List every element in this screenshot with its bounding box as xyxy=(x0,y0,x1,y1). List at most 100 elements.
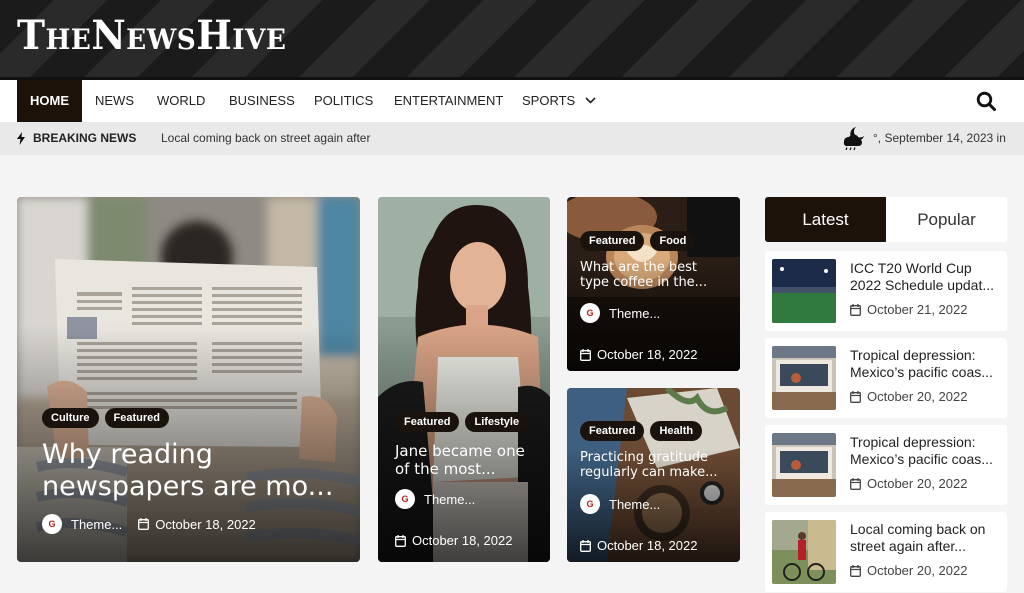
card-tags: Featured Lifestyle xyxy=(395,412,529,432)
calendar-icon xyxy=(395,534,406,547)
calendar-icon xyxy=(850,477,861,490)
card-tags: Featured Food xyxy=(580,231,696,251)
card-title-line1: Why reading xyxy=(42,439,213,470)
author-avatar: G xyxy=(580,303,600,323)
sidebar-post-item[interactable]: Tropical depression: Mexico’s pacific co… xyxy=(765,338,1007,418)
post-date: October 18, 2022 xyxy=(597,347,698,362)
author-name[interactable]: Theme... xyxy=(609,497,660,512)
post-thumbnail xyxy=(772,346,836,410)
sidebar-tabs: Latest Popular xyxy=(765,197,1007,242)
nav-sports[interactable]: SPORTS xyxy=(522,80,596,122)
post-date: October 18, 2022 xyxy=(412,533,513,548)
post-title-line2: street again after... xyxy=(850,538,966,554)
nav-world[interactable]: WORLD xyxy=(157,80,205,122)
post-date: October 18, 2022 xyxy=(155,516,256,532)
tag-featured[interactable]: Featured xyxy=(395,412,460,432)
site-header: TheNewsHive xyxy=(0,0,1024,80)
post-title[interactable]: ICC T20 World Cup 2022 Schedule updat... xyxy=(850,260,1002,294)
card-title[interactable]: Why reading newspapers are mo... xyxy=(42,439,333,503)
tag-featured[interactable]: Featured xyxy=(580,231,645,251)
author-name[interactable]: Theme... xyxy=(71,517,122,532)
calendar-icon xyxy=(580,348,591,361)
card-title-line2: of the most... xyxy=(395,459,496,478)
featured-card-gratitude[interactable]: Featured Health Practicing gratitude reg… xyxy=(567,388,740,562)
breaking-news-bar: BREAKING NEWS Local coming back on stree… xyxy=(0,122,1024,155)
card-title-line2: type coffee in the... xyxy=(580,275,708,291)
post-thumbnail xyxy=(772,433,836,497)
post-title-line1: ICC T20 World Cup xyxy=(850,260,972,276)
author-avatar: G xyxy=(395,489,415,509)
sidebar-post-item[interactable]: Tropical depression: Mexico’s pacific co… xyxy=(765,425,1007,505)
post-thumbnail xyxy=(772,520,836,584)
calendar-icon xyxy=(850,564,861,577)
card-title-line1: Jane became one xyxy=(395,442,525,460)
post-title-line1: Tropical depression: xyxy=(850,434,976,450)
search-icon[interactable] xyxy=(976,91,996,111)
calendar-icon xyxy=(138,518,150,530)
author-avatar: G xyxy=(580,494,600,514)
current-date: °, September 14, 2023 in xyxy=(873,131,1006,145)
featured-card-newspapers[interactable]: Culture Featured Why reading newspapers … xyxy=(17,197,360,562)
chevron-down-icon xyxy=(585,96,596,104)
lightning-icon xyxy=(17,132,25,145)
post-date: October 20, 2022 xyxy=(867,476,968,491)
card-gradient-overlay xyxy=(17,197,360,562)
tag-culture[interactable]: Culture xyxy=(42,408,99,428)
author-name[interactable]: Theme... xyxy=(424,492,475,507)
card-title[interactable]: What are the best type coffee in the... xyxy=(580,260,707,291)
post-thumbnail xyxy=(772,259,836,323)
card-meta: G Theme... October 18, 2022 xyxy=(580,494,697,553)
post-title-line2: Mexico’s pacific coas... xyxy=(850,364,993,380)
post-title[interactable]: Tropical depression: Mexico’s pacific co… xyxy=(850,434,1002,468)
author-name[interactable]: Theme... xyxy=(609,306,660,321)
tag-featured[interactable]: Featured xyxy=(104,408,169,428)
tag-lifestyle[interactable]: Lifestyle xyxy=(465,412,529,432)
featured-card-coffee[interactable]: Featured Food What are the best type cof… xyxy=(567,197,740,371)
author-avatar: G xyxy=(42,514,62,534)
card-title-line1: What are the best xyxy=(580,260,698,275)
post-title[interactable]: Tropical depression: Mexico’s pacific co… xyxy=(850,347,1002,381)
post-date-row: October 20, 2022 xyxy=(850,563,967,578)
card-title[interactable]: Jane became one of the most... xyxy=(395,442,525,478)
site-logo[interactable]: TheNewsHive xyxy=(17,12,286,60)
tab-latest[interactable]: Latest xyxy=(765,197,886,242)
post-date: October 20, 2022 xyxy=(867,389,968,404)
card-meta: G Theme... October 18, 2022 xyxy=(42,514,256,534)
card-title-line2: regularly can make... xyxy=(580,465,718,481)
post-title[interactable]: Local coming back on street again after.… xyxy=(850,521,1002,555)
calendar-icon xyxy=(580,539,591,552)
card-meta: G Theme... October 18, 2022 xyxy=(395,489,512,548)
nav-politics[interactable]: POLITICS xyxy=(314,80,373,122)
featured-card-jane[interactable]: Featured Lifestyle Jane became one of th… xyxy=(378,197,550,562)
post-title-line1: Local coming back on xyxy=(850,521,986,537)
nav-sports-label: SPORTS xyxy=(522,93,576,108)
post-date: October 21, 2022 xyxy=(867,302,968,317)
weather-night-rain-icon xyxy=(843,127,864,151)
sidebar-post-item[interactable]: ICC T20 World Cup 2022 Schedule updat...… xyxy=(765,251,1007,331)
post-title-line1: Tropical depression: xyxy=(850,347,976,363)
calendar-icon xyxy=(850,390,861,403)
breaking-news-headline[interactable]: Local coming back on street again after xyxy=(161,122,371,155)
nav-home[interactable]: HOME xyxy=(17,80,82,122)
breaking-news-label: BREAKING NEWS xyxy=(33,131,137,145)
tag-health[interactable]: Health xyxy=(650,421,703,441)
card-tags: Featured Health xyxy=(580,421,703,441)
card-meta: G Theme... October 18, 2022 xyxy=(580,303,697,362)
nav-business[interactable]: BUSINESS xyxy=(229,80,295,122)
post-date-row: October 21, 2022 xyxy=(850,302,967,317)
nav-news[interactable]: NEWS xyxy=(95,80,134,122)
calendar-icon xyxy=(850,303,861,316)
post-date: October 18, 2022 xyxy=(597,538,698,553)
nav-entertainment[interactable]: ENTERTAINMENT xyxy=(394,80,503,122)
tag-featured[interactable]: Featured xyxy=(580,421,645,441)
post-title-line2: 2022 Schedule updat... xyxy=(850,277,995,293)
card-title[interactable]: Practicing gratitude regularly can make.… xyxy=(580,450,717,481)
sidebar-post-item[interactable]: Local coming back on street again after.… xyxy=(765,512,1007,592)
tab-popular[interactable]: Popular xyxy=(886,197,1007,242)
card-title-line1: Practicing gratitude xyxy=(580,450,709,465)
post-date: October 20, 2022 xyxy=(867,563,968,578)
tag-food[interactable]: Food xyxy=(650,231,696,251)
post-date-row: October 20, 2022 xyxy=(850,389,967,404)
card-tags: Culture Featured xyxy=(42,408,169,428)
post-date-row: October 20, 2022 xyxy=(850,476,967,491)
